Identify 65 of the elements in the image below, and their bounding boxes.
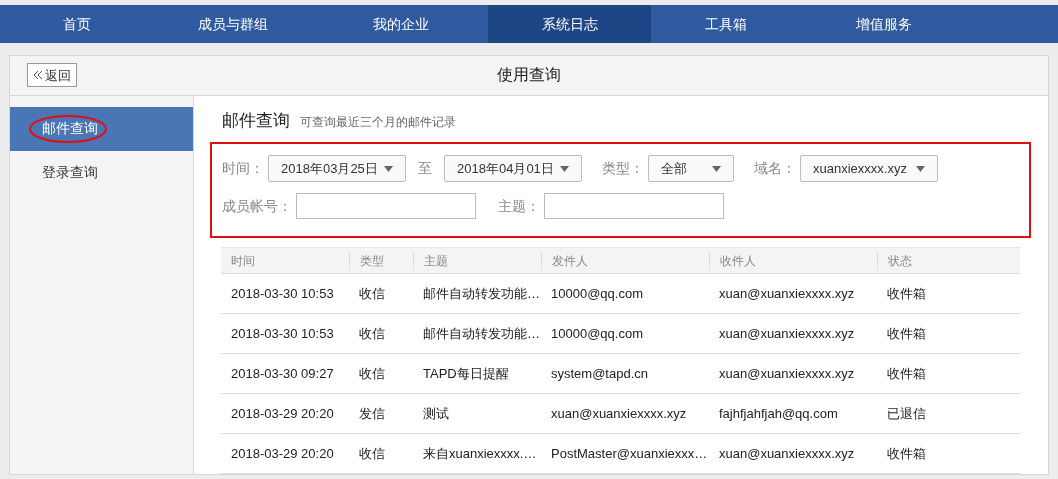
column-header: 状态 <box>877 251 1020 270</box>
table-cell-text: 收信 <box>358 364 386 383</box>
table-cell-text: 收件箱 <box>886 284 927 303</box>
table-cell-text: 已退信 <box>886 404 927 423</box>
column-header: 收件人 <box>709 251 877 270</box>
column-header: 主题 <box>413 251 541 270</box>
field-label: 主题： <box>498 196 540 216</box>
table-cell-text: 测试 <box>422 404 450 423</box>
field-label: 成员帐号： <box>222 196 292 216</box>
table-cell-text: xuan@xuanxiexxxx.xyz <box>550 404 688 423</box>
table-cell-text: 收件箱 <box>886 444 927 463</box>
input-field[interactable] <box>296 193 476 219</box>
table-cell-text: 收件箱 <box>886 324 927 343</box>
table-cell-text: 2018-03-30 09:27 <box>230 364 335 383</box>
field-label: 类型： <box>602 159 644 178</box>
table-cell-text: 2018-03-29 20:20 <box>230 444 335 463</box>
page-title: 使用查询 <box>497 65 561 86</box>
back-button[interactable]: 返回 <box>27 63 77 88</box>
nav-tab[interactable]: 成员与群组 <box>153 5 313 43</box>
sidebar-item[interactable]: 邮件查询 <box>10 106 193 151</box>
caret-icon <box>916 165 925 172</box>
table-cell-text: xuan@xuanxiexxxx.xyz <box>718 444 856 463</box>
dropdown[interactable]: 全部 <box>648 155 734 182</box>
table-cell-text: PostMaster@xuanxiexxx… <box>550 444 709 463</box>
table-cell-text: 收件箱 <box>886 364 927 383</box>
caret-icon <box>384 165 393 172</box>
table-cell-text: 2018-03-29 20:20 <box>230 404 335 423</box>
table-cell-text: 来自xuanxiexxxx.… <box>422 444 538 463</box>
field-label: 时间： <box>222 159 264 178</box>
column-header: 发件人 <box>541 251 709 270</box>
table-cell-text: 发信 <box>358 404 386 423</box>
nav-tab[interactable]: 工具箱 <box>651 5 801 43</box>
section-hint: 可查询最近三个月的邮件记录 <box>300 113 456 131</box>
dropdown[interactable]: xuanxiexxxx.xyz <box>800 155 938 182</box>
table-cell-text: xuan@xuanxiexxxx.xyz <box>718 364 856 383</box>
nav-tab[interactable]: 系统日志 <box>488 5 651 43</box>
nav-tab[interactable]: 我的企业 <box>313 5 488 43</box>
caret-icon <box>560 165 569 172</box>
table-cell-text: xuan@xuanxiexxxx.xyz <box>718 324 856 343</box>
input-field[interactable] <box>544 193 724 219</box>
table-cell-text: 收信 <box>358 444 386 463</box>
table-cell-text: 10000@qq.com <box>550 324 644 343</box>
table-cell-text: xuan@xuanxiexxxx.xyz <box>718 284 856 303</box>
column-header: 时间 <box>230 252 256 270</box>
nav-tab[interactable]: 增值服务 <box>801 5 966 43</box>
section-title: 邮件查询 <box>222 109 290 132</box>
table-cell-text: 2018-03-30 10:53 <box>230 324 335 343</box>
table-cell-text: 2018-03-30 10:53 <box>230 284 335 303</box>
table-cell-text: 收信 <box>358 324 386 343</box>
nav-tab[interactable]: 首页 <box>0 5 153 43</box>
table-cell-text: 邮件自动转发功能… <box>422 284 541 303</box>
table-cell-text: system@tapd.cn <box>550 364 649 383</box>
range-separator: 至 <box>418 159 432 178</box>
table-cell-text: 收信 <box>358 284 386 303</box>
table-cell-text: TAPD每日提醒 <box>422 364 510 383</box>
table-cell-text: fajhfjahfjah@qq.com <box>718 404 839 423</box>
double-chevron-icon <box>33 70 43 81</box>
table-cell-text: 邮件自动转发功能… <box>422 324 541 343</box>
column-header: 类型 <box>349 251 413 270</box>
table-cell-text: 10000@qq.com <box>550 284 644 303</box>
field-label: 域名： <box>754 159 796 178</box>
sidebar-item[interactable]: 登录查询 <box>10 150 193 195</box>
caret-icon <box>712 165 721 172</box>
dropdown[interactable]: 2018年04月01日 <box>444 155 582 182</box>
dropdown[interactable]: 2018年03月25日 <box>268 155 406 182</box>
